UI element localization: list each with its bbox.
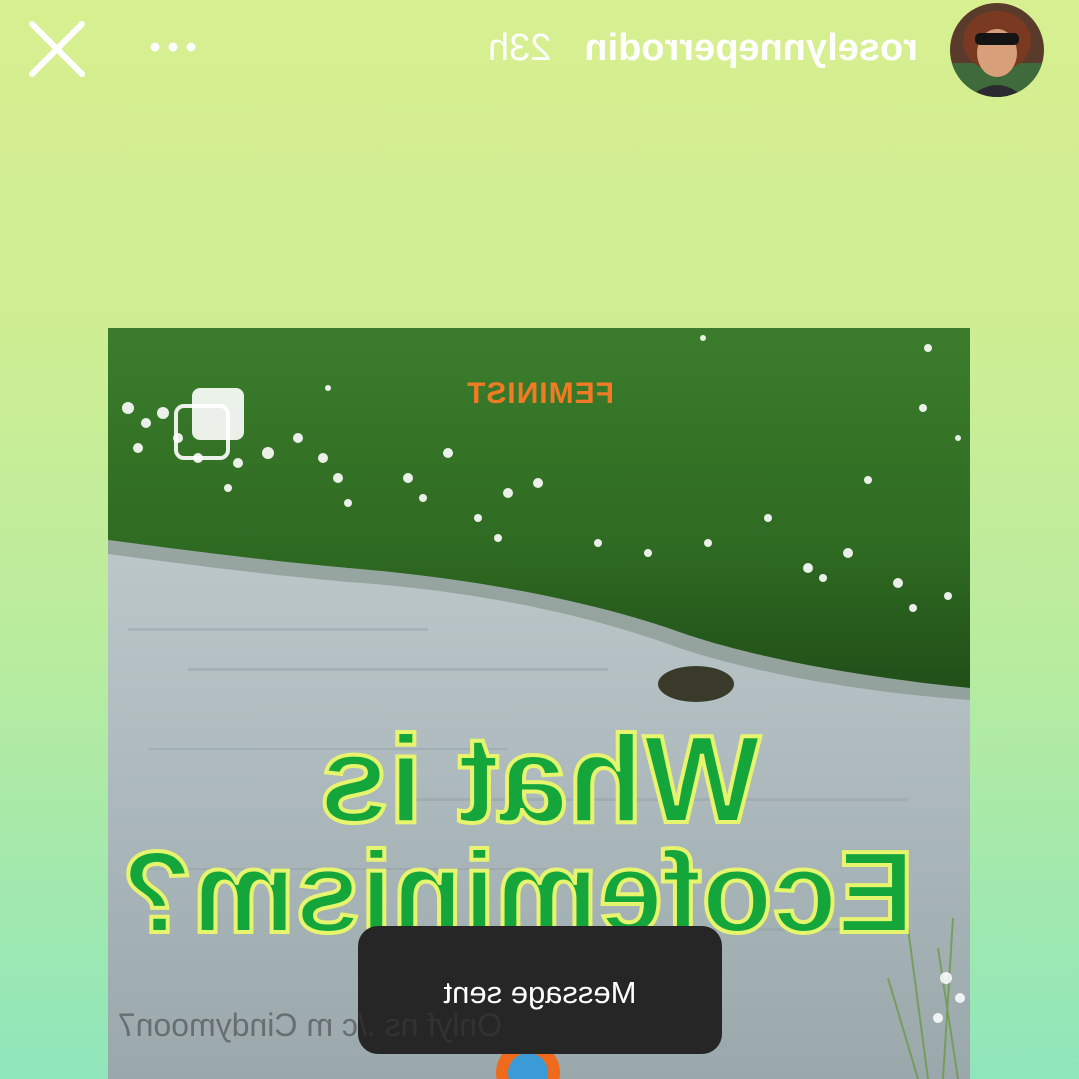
headline-line-1: What is [318,709,763,851]
close-button[interactable] [26,18,88,80]
more-options-button[interactable] [148,32,198,62]
username[interactable]: roselynneperrodin [584,22,918,74]
watermark-text: Onlyf ns ./c m Cindymoon7 [117,1007,502,1043]
post-tag: FEMINIST [466,377,614,410]
post-time: 23h [488,27,552,69]
repost-icon [174,388,244,460]
more-options-icon [150,42,196,52]
close-icon [29,21,85,77]
avatar[interactable] [950,3,1044,97]
repost-button[interactable] [172,386,252,466]
